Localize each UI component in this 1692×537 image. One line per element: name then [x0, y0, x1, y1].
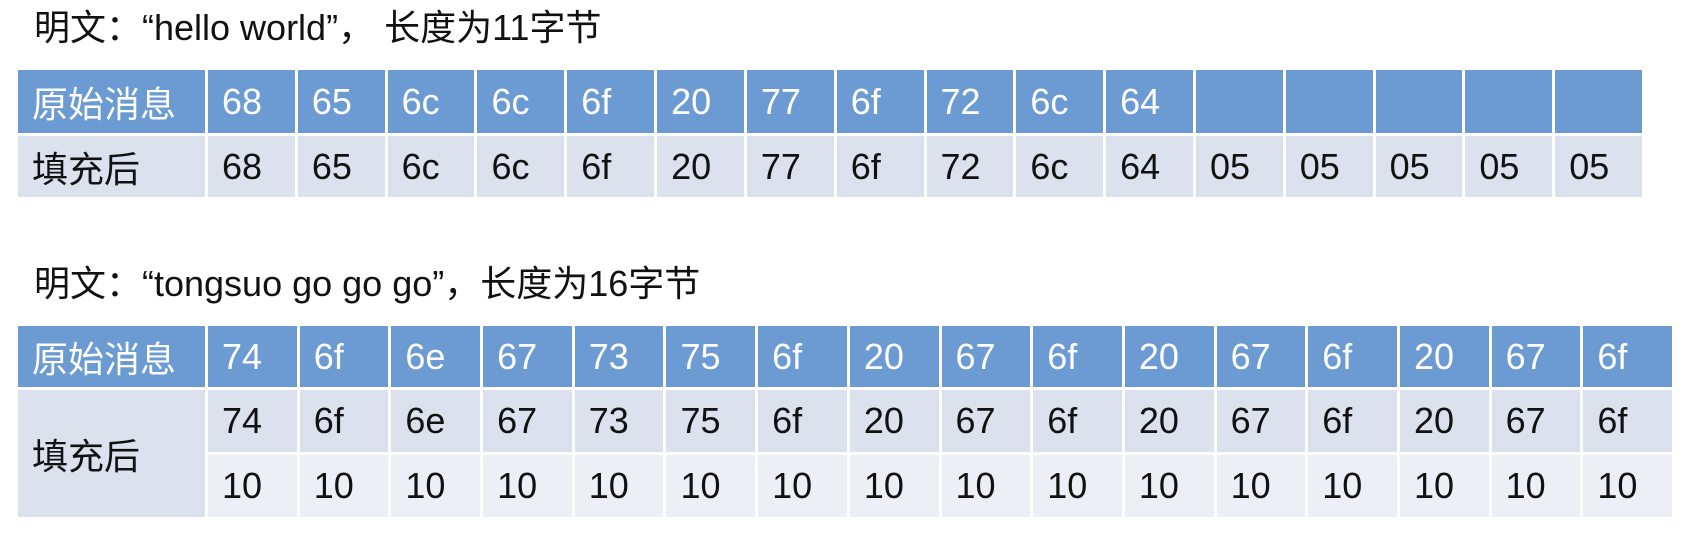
- padded-row: 填充后 74 6f 6e 67 73 75 6f 20 67 6f 20 67 …: [18, 390, 1672, 517]
- padding-byte-cell: 10: [299, 455, 389, 517]
- example2-table: 原始消息 74 6f 6e 67 73 75 6f 20 67 6f 20 67…: [15, 323, 1675, 520]
- padding-byte-cell: 05: [1285, 136, 1373, 197]
- byte-cell: 67: [483, 326, 572, 387]
- byte-cell: 74: [208, 326, 297, 387]
- padding-block-row: 10 10 10 10 10 10 10 10 10 10 10 10 10 1…: [18, 455, 1672, 517]
- empty-byte-cell: [1195, 70, 1283, 133]
- empty-byte-cell: [1285, 70, 1373, 133]
- byte-cell: 67: [1491, 326, 1581, 387]
- padding-byte-cell: 05: [1375, 136, 1463, 197]
- byte-cell: 72: [926, 70, 1014, 133]
- padding-byte-cell: 10: [1491, 455, 1581, 517]
- byte-cell: 77: [746, 136, 834, 197]
- byte-cell: 73: [574, 390, 664, 452]
- empty-byte-cell: [1375, 70, 1463, 133]
- byte-cell: 6f: [1308, 390, 1397, 452]
- byte-cell: 20: [1399, 326, 1489, 387]
- byte-cell: 6c: [1016, 70, 1104, 133]
- byte-cell: 67: [1491, 390, 1581, 452]
- byte-cell: 20: [657, 136, 744, 197]
- byte-cell: 65: [297, 70, 385, 133]
- byte-cell: 67: [941, 326, 1031, 387]
- padding-byte-cell: 05: [1465, 136, 1553, 197]
- byte-cell: 20: [849, 326, 939, 387]
- row-label-padded: 填充后: [18, 390, 205, 517]
- byte-cell: 68: [208, 70, 295, 133]
- empty-byte-cell: [1465, 70, 1553, 133]
- byte-cell: 6f: [567, 136, 655, 197]
- byte-cell: 75: [666, 326, 756, 387]
- byte-cell: 6f: [299, 390, 389, 452]
- byte-cell: 6f: [758, 326, 847, 387]
- row-label-padded: 填充后: [18, 136, 205, 197]
- padding-byte-cell: 10: [1124, 455, 1214, 517]
- padding-byte-cell: 10: [1583, 455, 1672, 517]
- byte-cell: 73: [574, 326, 664, 387]
- row-label-original: 原始消息: [18, 326, 205, 387]
- byte-cell: 6f: [1308, 326, 1397, 387]
- byte-cell: 75: [666, 390, 756, 452]
- byte-cell: 6f: [836, 136, 924, 197]
- padding-byte-cell: 10: [758, 455, 847, 517]
- byte-cell: 72: [926, 136, 1014, 197]
- padding-byte-cell: 10: [666, 455, 756, 517]
- padding-byte-cell: 10: [1399, 455, 1489, 517]
- padding-byte-cell: 10: [849, 455, 939, 517]
- byte-cell: 20: [849, 390, 939, 452]
- padding-byte-cell: 05: [1195, 136, 1283, 197]
- example2-caption: 明文：“tongsuo go go go”，长度为16字节: [34, 263, 701, 304]
- padding-byte-cell: 10: [1033, 455, 1122, 517]
- byte-cell: 6f: [1033, 390, 1122, 452]
- original-message-row: 原始消息 74 6f 6e 67 73 75 6f 20 67 6f 20 67…: [18, 326, 1672, 387]
- byte-cell: 67: [941, 390, 1031, 452]
- byte-cell: 6f: [567, 70, 655, 133]
- empty-byte-cell: [1555, 70, 1642, 133]
- byte-cell: 6c: [477, 70, 565, 133]
- padding-byte-cell: 10: [574, 455, 664, 517]
- padding-byte-cell: 10: [1308, 455, 1397, 517]
- padding-byte-cell: 10: [208, 455, 297, 517]
- byte-cell: 67: [1216, 326, 1306, 387]
- byte-cell: 6f: [758, 390, 847, 452]
- byte-cell: 6f: [1583, 390, 1672, 452]
- padding-byte-cell: 10: [1216, 455, 1306, 517]
- example1-table: 原始消息 68 65 6c 6c 6f 20 77 6f 72 6c 64 填充…: [15, 67, 1645, 200]
- byte-cell: 67: [1216, 390, 1306, 452]
- padding-byte-cell: 05: [1555, 136, 1642, 197]
- original-message-row: 原始消息 68 65 6c 6c 6f 20 77 6f 72 6c 64: [18, 70, 1642, 133]
- byte-cell: 77: [746, 70, 834, 133]
- byte-cell: 6c: [387, 136, 475, 197]
- padded-row: 填充后 68 65 6c 6c 6f 20 77 6f 72 6c 64 05 …: [18, 136, 1642, 197]
- byte-cell: 67: [483, 390, 572, 452]
- padding-byte-cell: 10: [483, 455, 572, 517]
- byte-cell: 6c: [1016, 136, 1104, 197]
- byte-cell: 6c: [387, 70, 475, 133]
- byte-cell: 65: [297, 136, 385, 197]
- byte-cell: 6f: [1033, 326, 1122, 387]
- byte-cell: 6f: [299, 326, 389, 387]
- byte-cell: 6e: [391, 390, 481, 452]
- byte-cell: 6c: [477, 136, 565, 197]
- padding-byte-cell: 10: [391, 455, 481, 517]
- byte-cell: 20: [1124, 390, 1214, 452]
- byte-cell: 6f: [1583, 326, 1672, 387]
- byte-cell: 6e: [391, 326, 481, 387]
- byte-cell: 68: [208, 136, 295, 197]
- byte-cell: 64: [1106, 136, 1193, 197]
- byte-cell: 20: [657, 70, 744, 133]
- byte-cell: 20: [1124, 326, 1214, 387]
- byte-cell: 64: [1106, 70, 1193, 133]
- byte-cell: 6f: [836, 70, 924, 133]
- padding-byte-cell: 10: [941, 455, 1031, 517]
- example1-caption: 明文：“hello world”， 长度为11字节: [34, 7, 602, 48]
- byte-cell: 74: [208, 390, 297, 452]
- row-label-original: 原始消息: [18, 70, 205, 133]
- byte-cell: 20: [1399, 390, 1489, 452]
